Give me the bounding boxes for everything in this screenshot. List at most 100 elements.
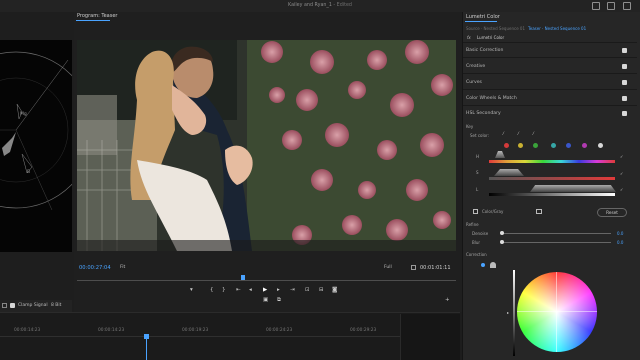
audio-meters	[400, 314, 460, 360]
go-to-in-icon[interactable]: ⇤	[236, 287, 241, 293]
mark-in-icon[interactable]: {	[210, 287, 214, 293]
bit-depth-select[interactable]: 8 Bit	[51, 303, 61, 309]
source-clip-label[interactable]: Source · Nested Sequence 01	[466, 26, 525, 31]
denoise-slider[interactable]	[501, 233, 611, 234]
divider	[463, 73, 637, 74]
scrub-bar[interactable]	[77, 280, 456, 281]
eyedropper-icon[interactable]: ⁄	[503, 131, 504, 136]
preset-red[interactable]	[504, 143, 509, 148]
hue-range-slider[interactable]	[489, 160, 615, 163]
step-forward-icon[interactable]: ▸	[277, 287, 280, 293]
blur-slider[interactable]	[501, 242, 611, 243]
play-icon[interactable]: ▶	[263, 287, 267, 293]
correction-subsection[interactable]: Correction	[466, 252, 487, 257]
scope-b-label: B	[27, 170, 31, 175]
playback-resolution-select[interactable]: Full	[384, 265, 392, 271]
preset-blue[interactable]	[566, 143, 571, 148]
playhead-marker[interactable]	[241, 275, 245, 280]
single-wheel-icon[interactable]	[481, 263, 485, 267]
mask-view-icon[interactable]	[536, 209, 542, 214]
tab-lumetri-color[interactable]: Lumetri Color	[466, 14, 500, 20]
mark-out-icon[interactable]: }	[222, 287, 226, 293]
denoise-label: Denoise	[472, 231, 489, 236]
set-color-label: Set color:	[470, 133, 489, 138]
saturation-range-slider[interactable]	[489, 177, 615, 180]
export-frame-icon[interactable]: ◙	[332, 287, 337, 293]
ruler-tick: 00:00:24:23	[266, 328, 293, 333]
key-subsection[interactable]: Key	[466, 124, 473, 129]
clamp-signal-label: Clamp Signal	[18, 303, 48, 308]
color-wheels-checkbox[interactable]	[622, 96, 627, 101]
timeline-playhead-line[interactable]	[146, 338, 147, 360]
lift-icon[interactable]: ⊡	[305, 287, 310, 293]
section-hsl-secondary[interactable]: HSL Secondary	[466, 111, 501, 116]
divider	[463, 42, 637, 43]
ruler-tick: 00:00:19:23	[182, 328, 209, 333]
divider	[463, 105, 637, 106]
button-editor-icon[interactable]: +	[445, 297, 450, 303]
preset-cyan[interactable]	[551, 143, 556, 148]
proxy-toggle-icon[interactable]: ⧉	[277, 297, 281, 304]
luma-range-slider[interactable]	[489, 193, 615, 196]
hue-label: H	[476, 154, 480, 159]
preset-green[interactable]	[533, 143, 538, 148]
preset-yellow[interactable]	[518, 143, 523, 148]
effect-name[interactable]: Lumetri Color	[477, 35, 504, 40]
zoom-fit-select[interactable]: Fit	[120, 265, 125, 271]
correction-color-wheel[interactable]	[517, 272, 597, 352]
hsl-secondary-checkbox[interactable]	[622, 111, 627, 116]
denoise-slider-handle[interactable]	[500, 231, 504, 235]
settings-wrench-icon[interactable]	[411, 265, 416, 270]
luma-slider-handle[interactable]: ▸	[507, 310, 509, 315]
basic-correction-checkbox[interactable]	[622, 48, 627, 53]
eyedropper-add-icon[interactable]: ⁄	[518, 131, 519, 136]
section-basic-correction[interactable]: Basic Correction	[466, 48, 503, 53]
comparison-view-icon[interactable]: ▣	[263, 297, 268, 303]
ruler-tick: 00:00:14:23	[98, 328, 125, 333]
share-icon[interactable]	[607, 2, 615, 10]
divider	[463, 57, 637, 58]
timeline-ruler-line	[0, 336, 400, 337]
sequence-clip-label[interactable]: Teaser · Nested Sequence 01	[528, 26, 586, 31]
saturation-label: S	[476, 170, 479, 175]
window-title: Kailey and Ryan_1 - Edited	[0, 3, 640, 8]
section-curves[interactable]: Curves	[466, 80, 482, 85]
blur-slider-handle[interactable]	[500, 240, 504, 244]
luma-label: L	[476, 187, 479, 192]
preset-white[interactable]	[598, 143, 603, 148]
refine-subsection[interactable]: Refine	[466, 222, 479, 227]
denoise-value[interactable]: 0.0	[617, 231, 623, 236]
section-color-wheels[interactable]: Color Wheels & Match	[466, 96, 517, 101]
tab-program[interactable]: Program: Teaser	[77, 13, 117, 19]
color-gray-select[interactable]: Color/Gray	[482, 209, 503, 214]
playhead-timecode[interactable]: 00:00:27:04	[79, 265, 111, 271]
step-back-icon[interactable]: ◂	[249, 287, 252, 293]
lumetri-tab-underline	[465, 21, 497, 22]
blur-value[interactable]: 0.0	[617, 240, 623, 245]
color-gray-checkbox[interactable]	[473, 209, 478, 214]
fx-badge: fx	[467, 35, 471, 40]
active-tab-underline	[76, 20, 110, 21]
home-icon[interactable]	[592, 2, 600, 10]
luma-invert-checkmark[interactable]: ✓	[620, 187, 623, 192]
fullscreen-icon[interactable]	[623, 2, 631, 10]
ruler-tick: 00:00:29:23	[350, 328, 377, 333]
section-creative[interactable]: Creative	[466, 64, 485, 69]
extract-icon[interactable]: ⊟	[319, 287, 324, 293]
creative-checkbox[interactable]	[622, 64, 627, 69]
luma-range-handle[interactable]	[530, 185, 616, 192]
reset-button[interactable]: Reset	[597, 208, 627, 217]
go-to-out-icon[interactable]: ⇥	[290, 287, 295, 293]
clamp-signal-checkbox[interactable]	[10, 303, 15, 308]
three-wheel-icon[interactable]	[490, 262, 496, 268]
curves-checkbox[interactable]	[622, 80, 627, 85]
add-marker-icon[interactable]: ▾	[190, 287, 193, 293]
midtone-luma-slider[interactable]	[513, 270, 515, 356]
eyedropper-subtract-icon[interactable]: ⁄	[533, 131, 534, 136]
preset-magenta[interactable]	[582, 143, 587, 148]
scope-controls: Clamp Signal 8 Bit	[0, 300, 72, 312]
wrench-icon[interactable]	[2, 303, 7, 308]
saturation-invert-checkmark[interactable]: ✓	[620, 171, 623, 176]
vectorscope: Mg B	[0, 40, 72, 252]
hue-invert-checkmark[interactable]: ✓	[620, 154, 623, 159]
